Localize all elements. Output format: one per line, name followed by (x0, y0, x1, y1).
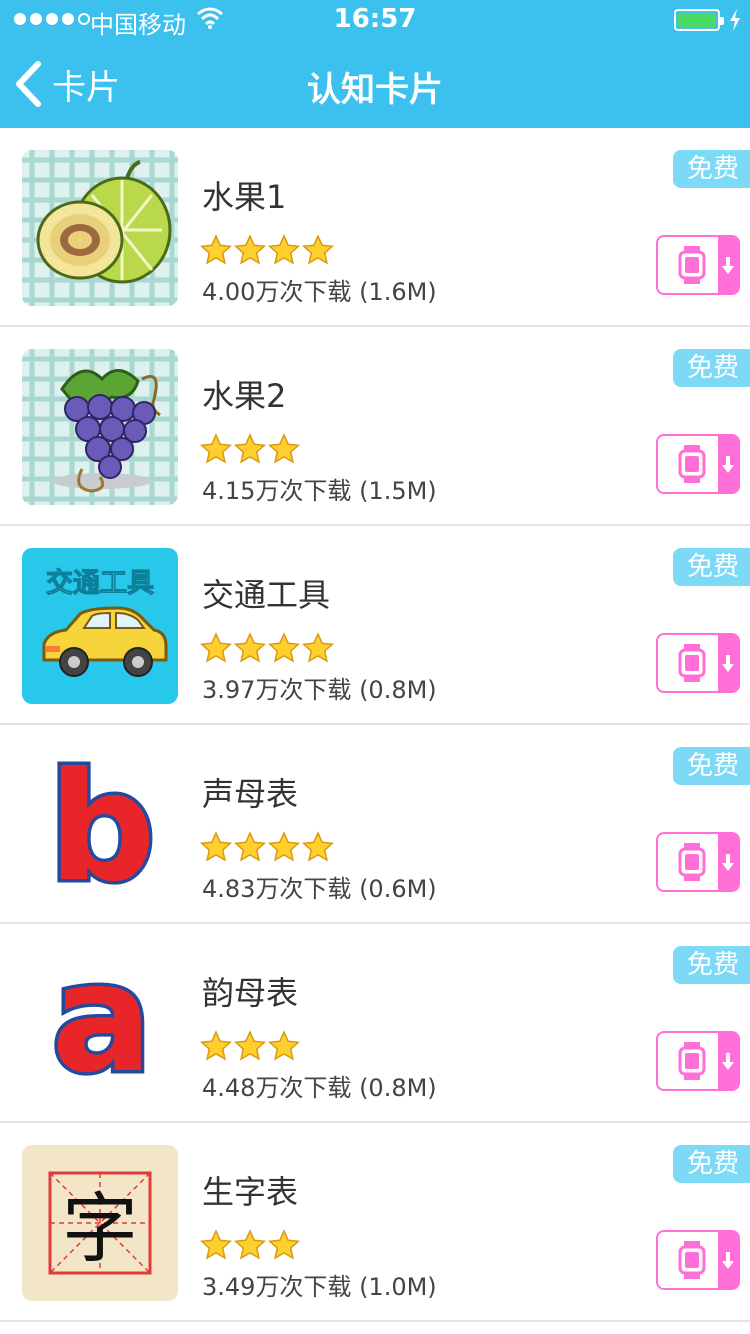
item-title: 交通工具 (202, 576, 331, 614)
download-button[interactable] (656, 633, 740, 693)
status-bar: 中国移动 16:57 (0, 0, 750, 40)
car-thumb-text: 交通工具 (46, 567, 154, 599)
star-icon (200, 632, 232, 663)
download-arrow-icon (722, 854, 734, 871)
list-item[interactable]: 水果2 4.15万次下载 (1.5M) 免费 (0, 327, 750, 526)
free-badge: 免费 (673, 349, 750, 387)
download-button[interactable] (656, 235, 740, 295)
melon-icon (22, 150, 178, 306)
item-title: 声母表 (202, 775, 299, 813)
free-badge: 免费 (673, 946, 750, 984)
watch-icon (678, 843, 706, 881)
star-icon (268, 234, 300, 265)
free-badge: 免费 (673, 747, 750, 785)
free-badge: 免费 (673, 1145, 750, 1183)
list-item[interactable]: 水果1 4.00万次下载 (1.6M) 免费 (0, 128, 750, 327)
item-title: 水果1 (202, 178, 287, 216)
download-arrow-icon (722, 655, 734, 672)
charging-icon (730, 9, 740, 31)
watch-icon (678, 1042, 706, 1080)
download-info: 4.48万次下载 (0.8M) (202, 1074, 437, 1102)
watch-icon (678, 445, 706, 483)
top-bar: 中国移动 16:57 卡片 认知卡片 (0, 0, 750, 128)
rating-stars (200, 831, 334, 863)
star-icon (234, 1030, 266, 1061)
rating-stars (200, 1229, 300, 1261)
download-button[interactable] (656, 1031, 740, 1091)
letter-b-text: b (48, 747, 155, 903)
car-icon: 交通工具 (22, 548, 178, 704)
star-icon (200, 1030, 232, 1061)
star-icon (302, 632, 334, 663)
star-icon (200, 433, 232, 464)
free-badge: 免费 (673, 548, 750, 586)
download-info: 4.83万次下载 (0.6M) (202, 875, 437, 903)
page-title: 认知卡片 (307, 70, 443, 110)
download-button[interactable] (656, 1230, 740, 1290)
star-icon (200, 234, 232, 265)
rating-stars (200, 234, 334, 266)
star-icon (200, 831, 232, 862)
star-icon (234, 234, 266, 265)
star-icon (268, 433, 300, 464)
free-badge: 免费 (673, 150, 750, 188)
star-icon (234, 632, 266, 663)
star-icon (302, 831, 334, 862)
watch-icon (678, 1241, 706, 1279)
watch-icon (678, 644, 706, 682)
character-text: 字 (62, 1184, 138, 1273)
star-icon (234, 831, 266, 862)
download-button[interactable] (656, 434, 740, 494)
rating-stars (200, 632, 334, 664)
rating-stars (200, 1030, 300, 1062)
list-item[interactable]: 交通工具 交通工具 3.97万次下载 (0.8M) 免费 (0, 526, 750, 725)
star-icon (268, 1030, 300, 1061)
battery-icon (674, 9, 724, 31)
watch-icon (678, 246, 706, 284)
download-arrow-icon (722, 1252, 734, 1269)
star-icon (234, 1229, 266, 1260)
item-title: 生字表 (202, 1173, 299, 1211)
star-icon (268, 632, 300, 663)
list-item[interactable]: b 声母表 4.83万次下载 (0.6M) 免费 (0, 725, 750, 924)
download-arrow-icon (722, 1053, 734, 1070)
grapes-icon (22, 349, 178, 505)
item-title: 水果2 (202, 377, 287, 415)
letter-b-icon: b (22, 747, 178, 903)
character-grid-icon: 字 (22, 1145, 178, 1301)
list-item[interactable]: a 韵母表 4.48万次下载 (0.8M) 免费 (0, 924, 750, 1123)
list-item[interactable]: 字 生字表 3.49万次下载 (1.0M) 免费 (0, 1123, 750, 1322)
letter-a-icon: a (22, 946, 178, 1102)
download-arrow-icon (722, 456, 734, 473)
download-button[interactable] (656, 832, 740, 892)
nav-bar: 卡片 认知卡片 (0, 40, 750, 128)
item-title: 韵母表 (202, 974, 299, 1012)
star-icon (268, 831, 300, 862)
clock: 16:57 (333, 4, 417, 34)
download-arrow-icon (722, 257, 734, 274)
rating-stars (200, 433, 300, 465)
star-icon (268, 1229, 300, 1260)
star-icon (234, 433, 266, 464)
download-info: 4.15万次下载 (1.5M) (202, 477, 437, 505)
star-icon (200, 1229, 232, 1260)
download-info: 3.49万次下载 (1.0M) (202, 1273, 437, 1301)
card-list: 水果1 4.00万次下载 (1.6M) 免费 水果2 4.15万次下载 (1.5… (0, 128, 750, 1322)
letter-a-text: a (51, 946, 152, 1102)
download-info: 4.00万次下载 (1.6M) (202, 278, 437, 306)
download-info: 3.97万次下载 (0.8M) (202, 676, 437, 704)
star-icon (302, 234, 334, 265)
